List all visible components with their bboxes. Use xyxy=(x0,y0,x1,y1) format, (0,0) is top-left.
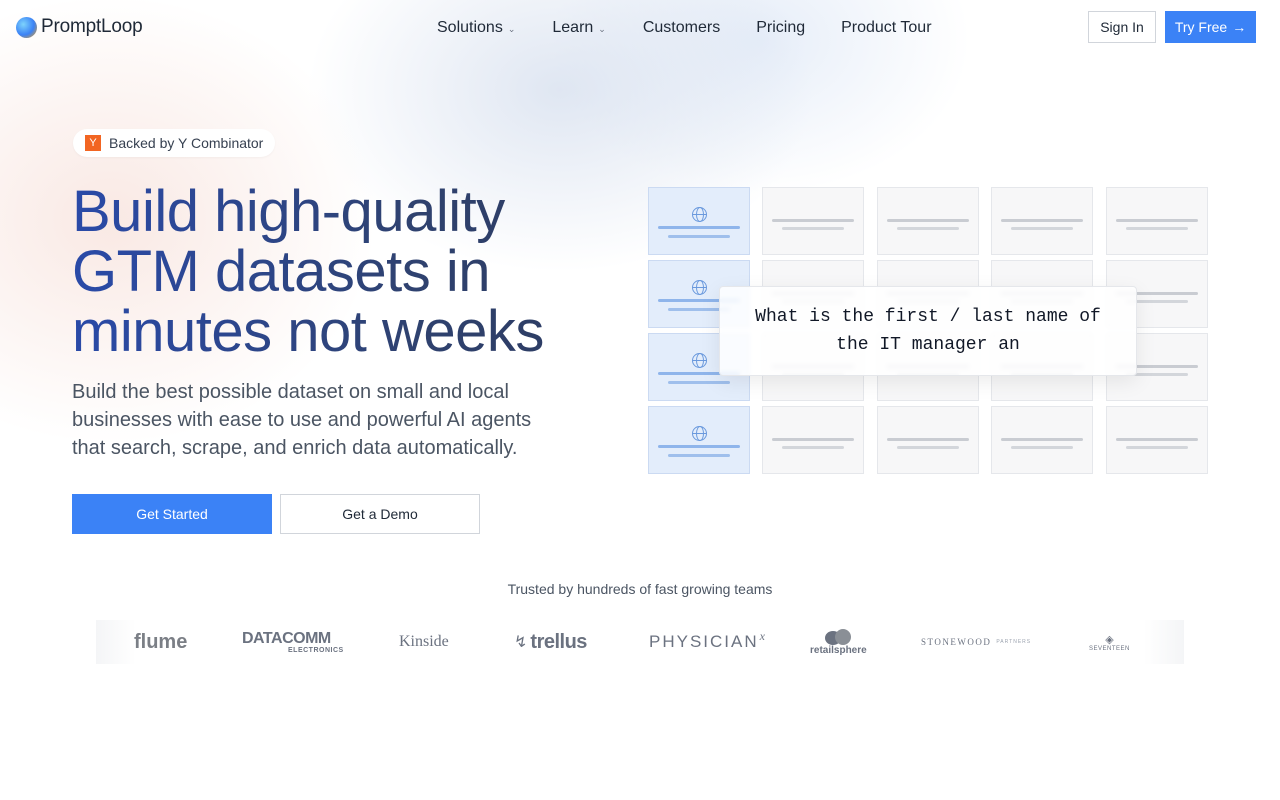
placeholder-line xyxy=(1116,438,1198,441)
placeholder-line xyxy=(1126,446,1188,449)
trusted-heading: Trusted by hundreds of fast growing team… xyxy=(507,581,773,597)
grid-cell xyxy=(991,406,1093,474)
try-free-button[interactable]: Try Free → xyxy=(1165,11,1256,43)
yc-badge-text: Backed by Y Combinator xyxy=(109,135,264,151)
site-header: PromptLoop Solutions ⌄ Learn ⌄ Customers… xyxy=(0,0,1280,54)
nav-item-learn[interactable]: Learn ⌄ xyxy=(552,19,605,37)
kinside-logo: Kinside xyxy=(399,633,449,650)
stonewood-logo: STONEWOOD PARTNERS xyxy=(921,620,1031,664)
stonewood-logo-tagline: PARTNERS xyxy=(996,639,1032,645)
nav-label: Solutions xyxy=(437,19,503,36)
trellus-logo: ↯ trellus xyxy=(514,620,587,664)
placeholder-line xyxy=(897,227,959,230)
datacomm-logo: DATACOMM ELECTRONICS xyxy=(242,620,344,664)
placeholder-line xyxy=(658,445,740,448)
seventeen-logo: ◈ SEVENTEEN xyxy=(1089,620,1130,664)
placeholder-line xyxy=(772,438,854,441)
hero-subtitle: Build the best possible dataset on small… xyxy=(72,381,532,459)
placeholder-line xyxy=(887,438,969,441)
nav-item-pricing[interactable]: Pricing xyxy=(756,19,805,37)
seventeen-icon: ◈ xyxy=(1105,633,1114,646)
placeholder-line xyxy=(772,219,854,222)
placeholder-line xyxy=(1116,219,1198,222)
trellus-logo-name: trellus xyxy=(530,630,587,653)
grid-cell xyxy=(762,187,864,255)
agent-query-box: What is the first / last name of the IT … xyxy=(719,286,1137,376)
placeholder-line xyxy=(668,381,730,384)
logos-fade-left xyxy=(96,620,136,664)
globe-icon xyxy=(692,207,707,222)
nav-item-customers[interactable]: Customers xyxy=(643,19,720,37)
chevron-down-icon: ⌄ xyxy=(507,23,516,34)
nav-item-product-tour[interactable]: Product Tour xyxy=(841,19,931,37)
grid-cell-website xyxy=(648,187,750,255)
grid-cell xyxy=(991,187,1093,255)
grid-cell xyxy=(762,406,864,474)
placeholder-line xyxy=(668,454,730,457)
placeholder-line xyxy=(1011,227,1073,230)
grid-cell xyxy=(877,187,979,255)
customer-logos: flume DATACOMM ELECTRONICS Kinside ↯ tre… xyxy=(96,620,1184,664)
yc-badge: Y Backed by Y Combinator xyxy=(73,129,276,157)
hero-title: Build high-quality GTM datasets in minut… xyxy=(72,182,632,362)
placeholder-line xyxy=(658,226,740,229)
globe-icon xyxy=(692,353,707,368)
placeholder-line xyxy=(1001,438,1083,441)
placeholder-line xyxy=(887,219,969,222)
placeholder-line xyxy=(897,446,959,449)
get-demo-button[interactable]: Get a Demo xyxy=(280,494,480,534)
physician-logo-name: PHYSICIAN xyxy=(649,632,759,651)
promptloop-logo-icon xyxy=(16,16,37,38)
grid-cell xyxy=(1106,406,1208,474)
placeholder-line xyxy=(668,235,730,238)
nav-item-solutions[interactable]: Solutions ⌄ xyxy=(437,19,515,37)
flume-logo: flume xyxy=(134,630,188,653)
y-combinator-logo-icon: Y xyxy=(85,135,101,151)
placeholder-line xyxy=(1001,219,1083,222)
nav-label: Learn xyxy=(552,19,594,36)
physicianx-logo: PHYSICIAN x xyxy=(649,620,765,664)
main-nav: Solutions ⌄ Learn ⌄ Customers Pricing Pr… xyxy=(437,19,932,37)
globe-icon xyxy=(692,280,707,295)
placeholder-line xyxy=(782,227,844,230)
sign-in-button[interactable]: Sign In xyxy=(1088,11,1156,43)
datacomm-logo-name: DATACOMM xyxy=(242,629,331,647)
seventeen-logo-name: SEVENTEEN xyxy=(1089,645,1130,652)
physician-logo-x: x xyxy=(759,628,765,643)
stonewood-logo-name: STONEWOOD xyxy=(921,637,992,647)
get-started-button[interactable]: Get Started xyxy=(72,494,272,534)
brand-name: PromptLoop xyxy=(41,16,143,37)
retailsphere-logo: retailsphere xyxy=(810,620,867,664)
globe-icon xyxy=(692,426,707,441)
try-free-label: Try Free xyxy=(1174,19,1228,35)
grid-cell-website xyxy=(648,406,750,474)
arrow-right-icon: → xyxy=(1232,19,1247,35)
trellus-icon: ↯ xyxy=(514,634,528,651)
placeholder-line xyxy=(1126,227,1188,230)
grid-cell xyxy=(1106,187,1208,255)
placeholder-line xyxy=(782,446,844,449)
placeholder-line xyxy=(1011,446,1073,449)
brand-logo[interactable]: PromptLoop xyxy=(16,16,143,38)
datacomm-logo-tagline: ELECTRONICS xyxy=(288,646,344,654)
logos-fade-right xyxy=(1144,620,1184,664)
chevron-down-icon: ⌄ xyxy=(598,23,606,34)
grid-cell xyxy=(877,406,979,474)
retailsphere-logo-name: retailsphere xyxy=(810,644,867,656)
retailsphere-icon xyxy=(823,628,853,645)
